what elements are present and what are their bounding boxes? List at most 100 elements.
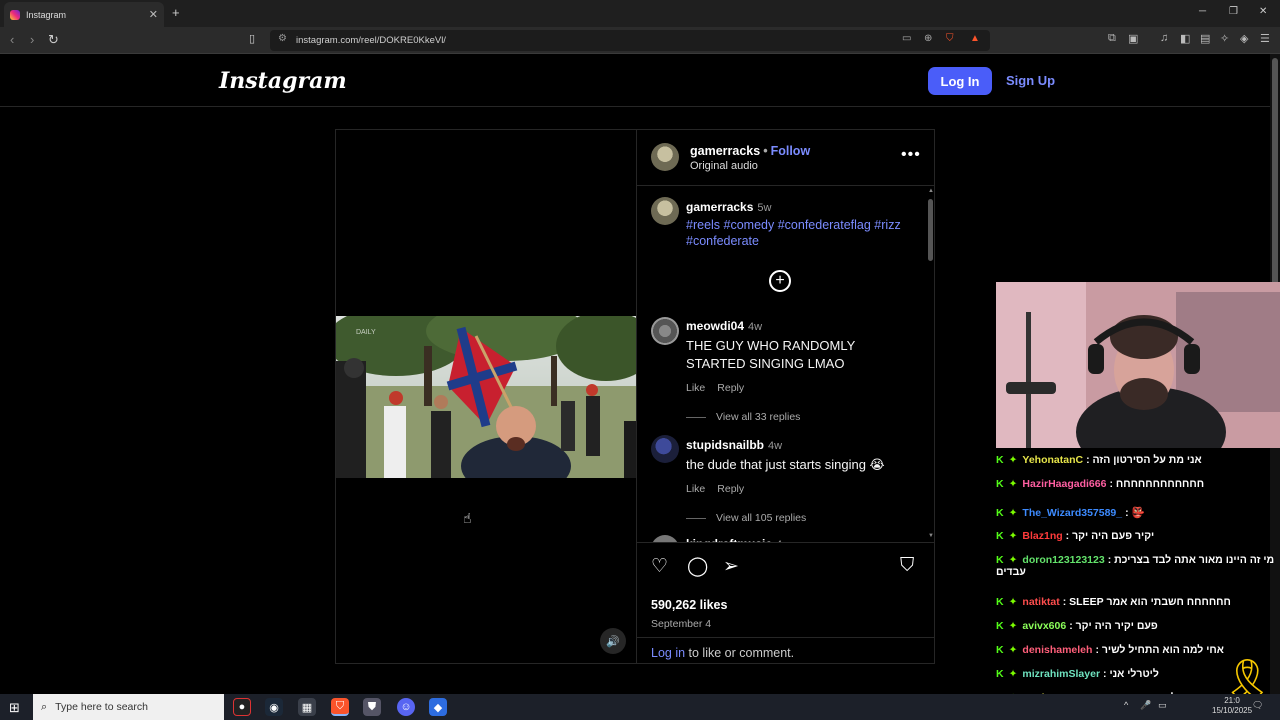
view-replies-button[interactable]: View all 33 replies — [686, 411, 916, 423]
url-text: instagram.com/reel/DOKRE0KkeVl/ — [296, 35, 446, 46]
log-in-button[interactable]: Log In — [928, 67, 992, 95]
chat-username[interactable]: Blaz1ng — [1022, 530, 1062, 542]
sidebar-panel-icon[interactable]: ▣ — [1128, 32, 1138, 45]
taskbar-search[interactable]: ⌕ Type here to search — [33, 694, 224, 720]
log-in-link[interactable]: Log in — [651, 646, 685, 660]
caption-avatar[interactable] — [651, 197, 679, 225]
replies-divider — [686, 517, 706, 519]
pip-icon[interactable]: ▭ — [902, 33, 911, 44]
view-replies-label: View all 33 replies — [716, 411, 801, 423]
comment-text: the dude that just starts singing 😭 — [686, 457, 885, 472]
instagram-logo[interactable]: Instagram — [219, 68, 347, 94]
comment-avatar[interactable] — [651, 317, 679, 345]
comment-like-button[interactable]: Like — [686, 483, 705, 495]
zoom-icon[interactable]: ⊕ — [924, 33, 932, 44]
discord-icon[interactable]: ☺ — [397, 698, 415, 716]
chat-username[interactable]: The_Wizard357589_ — [1022, 507, 1122, 519]
network-icon[interactable]: ▭ — [1158, 700, 1167, 711]
bookmark-icon[interactable]: ▯ — [249, 32, 255, 45]
site-info-icon[interactable]: ⚙ — [278, 33, 287, 44]
save-bookmark-icon[interactable]: ⛉ — [900, 555, 914, 577]
follow-button[interactable]: Follow — [771, 144, 811, 158]
back-icon[interactable]: ‹ — [10, 32, 14, 47]
chat-text: פעם יקיר היה יקר — [1075, 620, 1158, 632]
leo-ai-icon[interactable]: ✧ — [1220, 32, 1229, 45]
sub-badge-icon: ✦ — [1008, 530, 1018, 542]
app-icon[interactable]: ▦ — [298, 698, 316, 716]
caption-hashtags[interactable]: #reels #comedy #confederateflag #rizz #c… — [686, 217, 916, 249]
comment-item: kingdraftmusic4w — [686, 535, 916, 542]
caption-username[interactable]: gamerracks — [686, 200, 753, 214]
browser-tabbar: Instagram ✕ + ─ ❐ ✕ — [0, 0, 1280, 27]
notifications-icon[interactable]: 🗨 — [1252, 700, 1263, 711]
view-replies-button[interactable]: View all 105 replies — [686, 512, 916, 524]
tray-mic-icon[interactable]: 🎤 — [1140, 700, 1151, 711]
comment-like-button[interactable]: Like — [686, 382, 705, 394]
brave-shields-icon[interactable]: ⛉ — [946, 33, 954, 44]
minimize-button[interactable]: ─ — [1199, 6, 1206, 17]
login-to-comment: Log in to like or comment. — [637, 637, 935, 664]
post-date: September 4 — [651, 618, 712, 630]
likes-count[interactable]: 590,262 likes — [651, 598, 727, 612]
comment-item: stupidsnailbb 4w the dude that just start… — [686, 436, 916, 524]
comment-reply-button[interactable]: Reply — [717, 382, 744, 394]
browser-tab[interactable]: Instagram ✕ — [4, 2, 164, 27]
comment-bubble-icon[interactable]: ◯ — [687, 555, 708, 578]
close-window-button[interactable]: ✕ — [1259, 6, 1267, 17]
sub-badge-icon: ✦ — [1008, 454, 1018, 466]
tray-chevron-icon[interactable]: ^ — [1124, 700, 1128, 710]
more-options-icon[interactable]: ••• — [901, 146, 921, 164]
search-icon: ⌕ — [41, 700, 48, 713]
author-avatar[interactable] — [651, 143, 679, 171]
brave-browser-icon[interactable]: ⛉ — [331, 698, 349, 716]
chat-username[interactable]: mizrahimSlayer — [1022, 668, 1100, 680]
new-tab-button[interactable]: + — [172, 5, 180, 20]
comment-reply-button[interactable]: Reply — [717, 483, 744, 495]
audio-label[interactable]: Original audio — [690, 160, 758, 172]
comment-avatar[interactable] — [651, 435, 679, 463]
chat-username[interactable]: natiktat — [1022, 596, 1059, 608]
clock[interactable]: 21:0 15/10/2025 — [1212, 696, 1252, 716]
comments-scrollbar[interactable]: ▲ ▼ — [927, 187, 935, 542]
address-bar[interactable]: ⚙ instagram.com/reel/DOKRE0KkeVl/ ▭ ⊕ ⛉ … — [270, 30, 990, 51]
instagram-favicon-icon — [10, 9, 20, 20]
reel-video[interactable]: DAILY ☝ 🔊 — [336, 130, 636, 663]
share-paper-plane-icon[interactable]: ➢ — [723, 555, 739, 578]
author-username[interactable]: gamerracks — [690, 144, 760, 158]
brave-rewards-icon[interactable]: ▲ — [970, 33, 980, 44]
page-scrollbar-thumb[interactable] — [1272, 58, 1278, 288]
comment-text: THE GUY WHO RANDOMLY STARTED SINGING LMA… — [686, 338, 856, 371]
wallet-icon[interactable]: ▤ — [1200, 32, 1210, 45]
chat-username[interactable]: denishameleh — [1022, 644, 1092, 656]
comments-scrollbar-thumb[interactable] — [928, 199, 933, 261]
audio-toggle-button[interactable]: 🔊 — [600, 628, 626, 654]
vpn-icon[interactable]: ◈ — [1240, 32, 1248, 45]
maximize-button[interactable]: ❐ — [1229, 6, 1238, 17]
sign-up-link[interactable]: Sign Up — [1006, 73, 1055, 88]
comment-avatar[interactable] — [651, 535, 679, 542]
scroll-down-icon[interactable]: ▼ — [928, 533, 934, 539]
chat-username[interactable]: avivx606 — [1022, 620, 1066, 632]
chat-username[interactable]: HazirHaagadi666 — [1022, 478, 1106, 490]
chat-username[interactable]: YehonatanC — [1022, 454, 1083, 466]
tab-close-icon[interactable]: ✕ — [149, 8, 158, 21]
reload-icon[interactable]: ↻ — [48, 32, 59, 48]
like-heart-icon[interactable]: ♡ — [651, 555, 668, 578]
comments-list[interactable]: gamerracks 5w #reels #comedy #confederate… — [637, 187, 927, 542]
scroll-up-icon[interactable]: ▲ — [928, 188, 934, 194]
app2-icon[interactable]: ◆ — [429, 698, 447, 716]
obs-icon[interactable]: ● — [233, 698, 251, 716]
menu-icon[interactable]: ☰ — [1260, 32, 1270, 45]
reading-list-icon[interactable]: ◧ — [1180, 32, 1190, 45]
media-icon[interactable]: ♫ — [1160, 32, 1168, 44]
chat-username[interactable]: doron123123123 — [1022, 554, 1104, 566]
comment-username[interactable]: stupidsnailbb — [686, 438, 764, 452]
forward-icon[interactable]: › — [30, 32, 34, 47]
shield-app-icon[interactable]: ⛊ — [363, 698, 381, 716]
chat-message: K ✦ HazirHaagadi666: חחחחחחחחחחחח — [996, 478, 1278, 490]
steam-icon[interactable]: ◉ — [265, 698, 283, 716]
comment-username[interactable]: meowdi04 — [686, 319, 744, 333]
windows-start-icon[interactable]: ⊞ — [9, 700, 20, 716]
load-more-comments-icon[interactable]: + — [769, 270, 791, 292]
extensions-icon[interactable]: ⧉ — [1108, 32, 1116, 45]
